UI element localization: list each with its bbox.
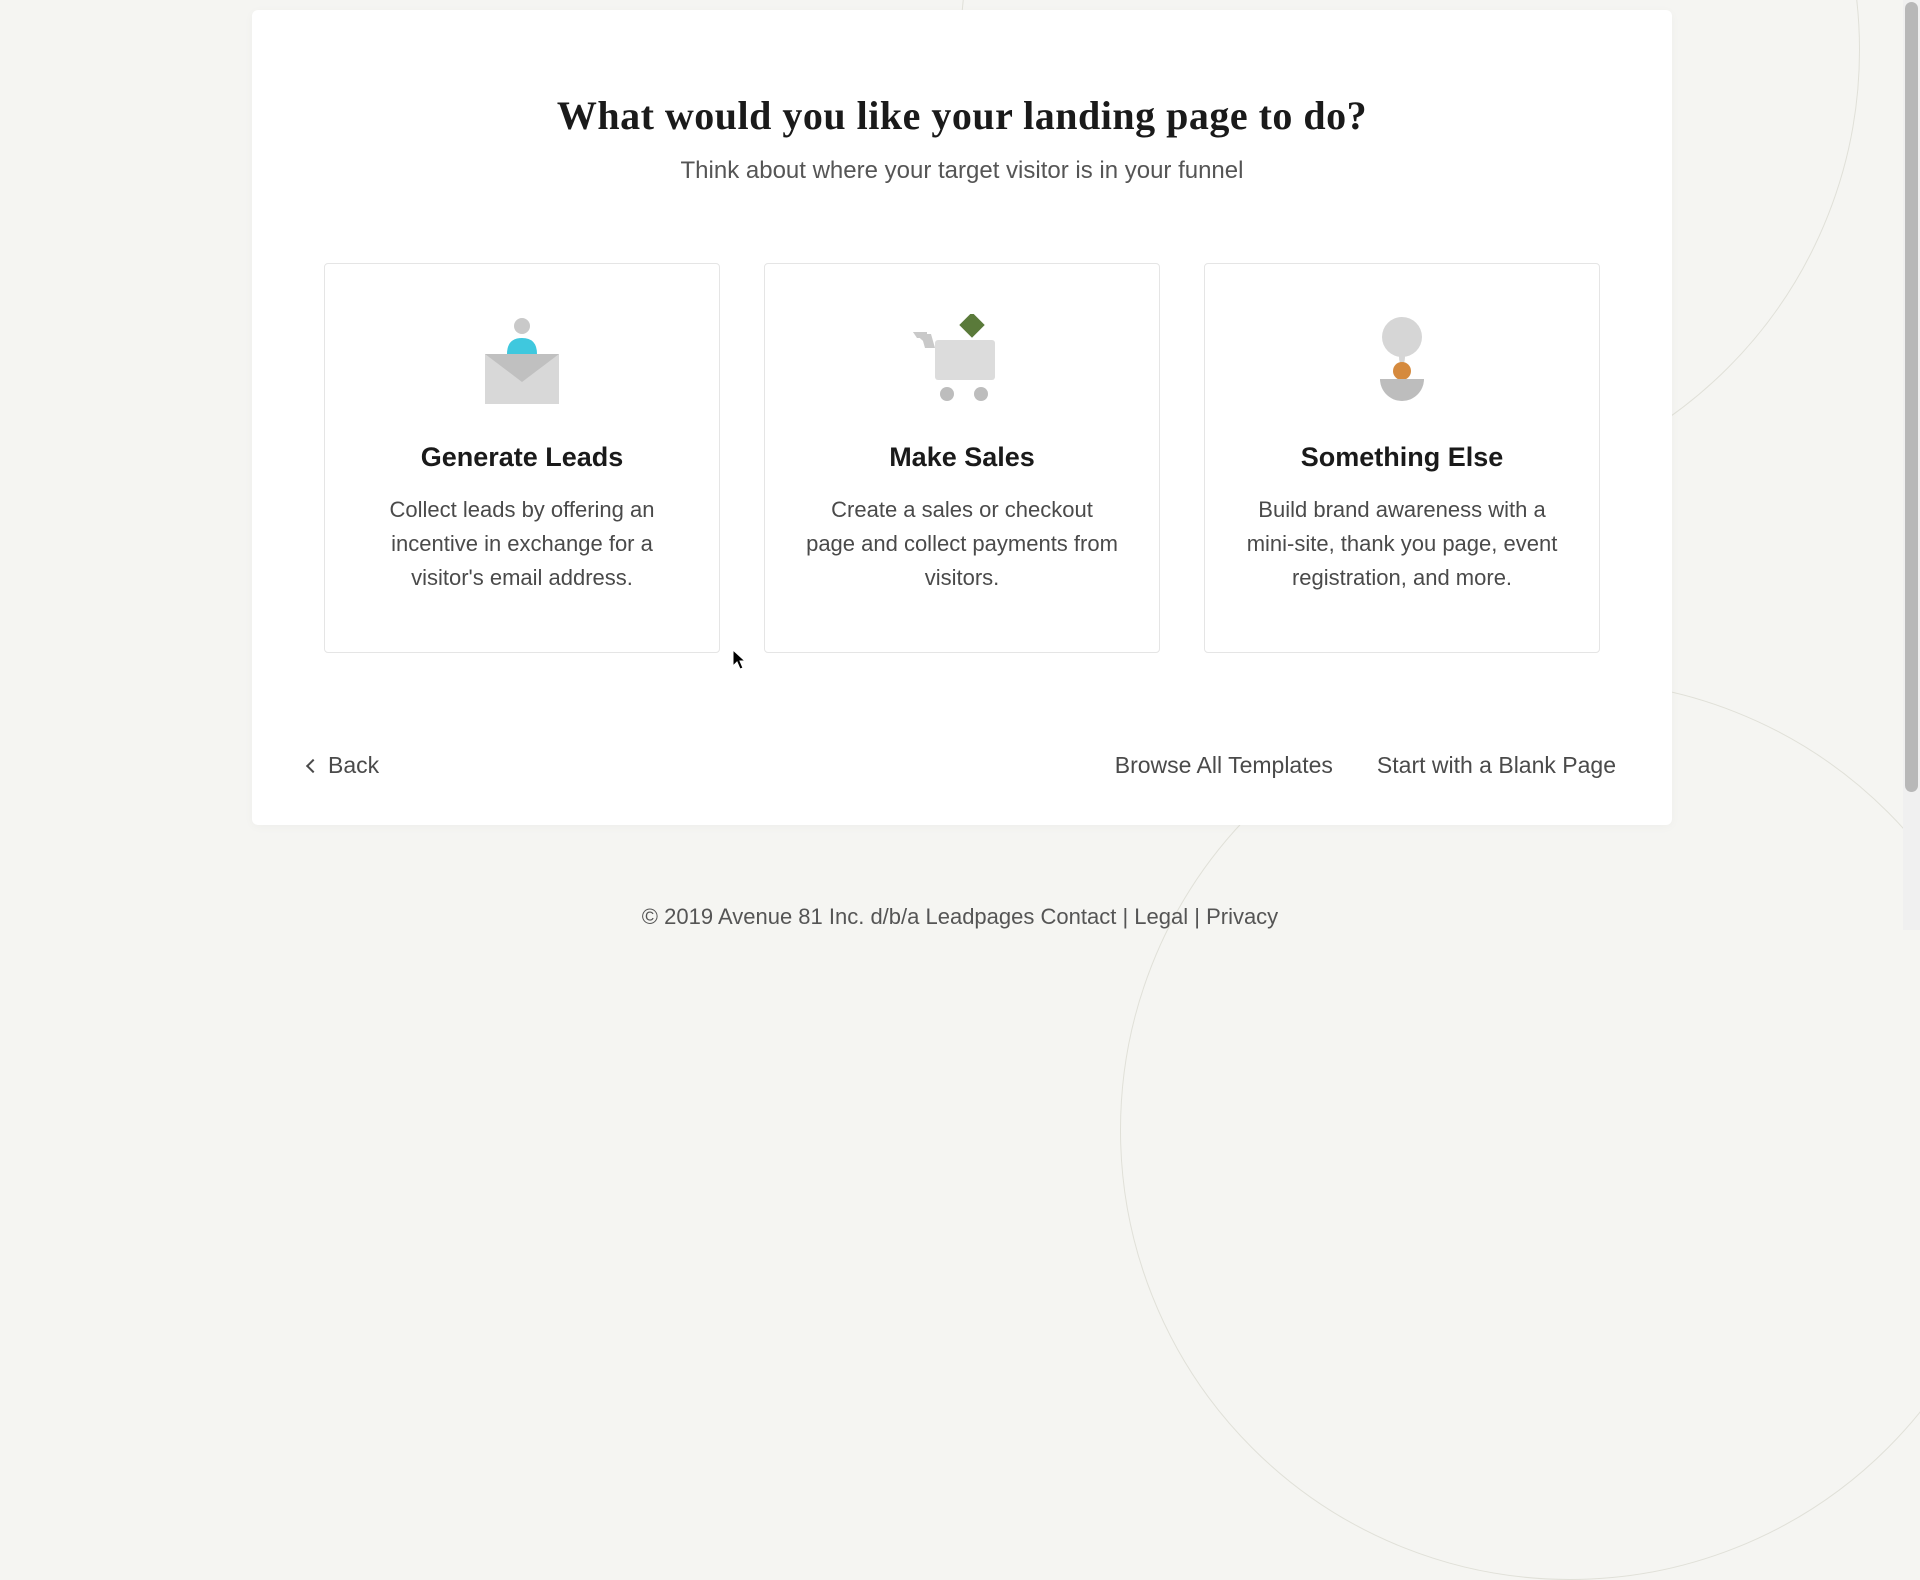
legal-link[interactable]: Legal bbox=[1134, 904, 1188, 929]
abstract-shapes-icon bbox=[1352, 314, 1452, 404]
modal-footer: Back Browse All Templates Start with a B… bbox=[252, 752, 1672, 825]
card-description: Build brand awareness with a mini-site, … bbox=[1245, 493, 1559, 595]
privacy-link[interactable]: Privacy bbox=[1206, 904, 1278, 929]
separator: | bbox=[1194, 904, 1206, 929]
envelope-person-icon bbox=[472, 314, 572, 404]
separator: | bbox=[1122, 904, 1134, 929]
copyright-text: © 2019 Avenue 81 Inc. d/b/a Leadpages bbox=[642, 904, 1041, 929]
card-title: Make Sales bbox=[889, 442, 1035, 473]
card-title: Something Else bbox=[1301, 442, 1504, 473]
back-label: Back bbox=[328, 752, 379, 779]
back-button[interactable]: Back bbox=[308, 752, 379, 779]
shopping-cart-icon bbox=[912, 314, 1012, 404]
card-description: Create a sales or checkout page and coll… bbox=[805, 493, 1119, 595]
card-description: Collect leads by offering an incentive i… bbox=[365, 493, 679, 595]
chevron-left-icon bbox=[306, 758, 320, 772]
contact-link[interactable]: Contact bbox=[1040, 904, 1116, 929]
modal-header: What would you like your landing page to… bbox=[252, 10, 1672, 185]
footer-right-links: Browse All Templates Start with a Blank … bbox=[1115, 752, 1616, 779]
browse-templates-link[interactable]: Browse All Templates bbox=[1115, 752, 1333, 779]
page-subheading: Think about where your target visitor is… bbox=[252, 157, 1672, 185]
scrollbar-thumb[interactable] bbox=[1905, 2, 1918, 792]
options-row: Generate Leads Collect leads by offering… bbox=[252, 263, 1672, 653]
option-generate-leads[interactable]: Generate Leads Collect leads by offering… bbox=[324, 263, 720, 653]
page-footer: © 2019 Avenue 81 Inc. d/b/a Leadpages Co… bbox=[0, 904, 1920, 930]
page-heading: What would you like your landing page to… bbox=[252, 92, 1672, 139]
option-make-sales[interactable]: Make Sales Create a sales or checkout pa… bbox=[764, 263, 1160, 653]
scrollbar[interactable] bbox=[1903, 0, 1920, 930]
start-blank-link[interactable]: Start with a Blank Page bbox=[1377, 752, 1616, 779]
landing-page-wizard-modal: What would you like your landing page to… bbox=[252, 10, 1672, 825]
option-something-else[interactable]: Something Else Build brand awareness wit… bbox=[1204, 263, 1600, 653]
card-title: Generate Leads bbox=[421, 442, 624, 473]
